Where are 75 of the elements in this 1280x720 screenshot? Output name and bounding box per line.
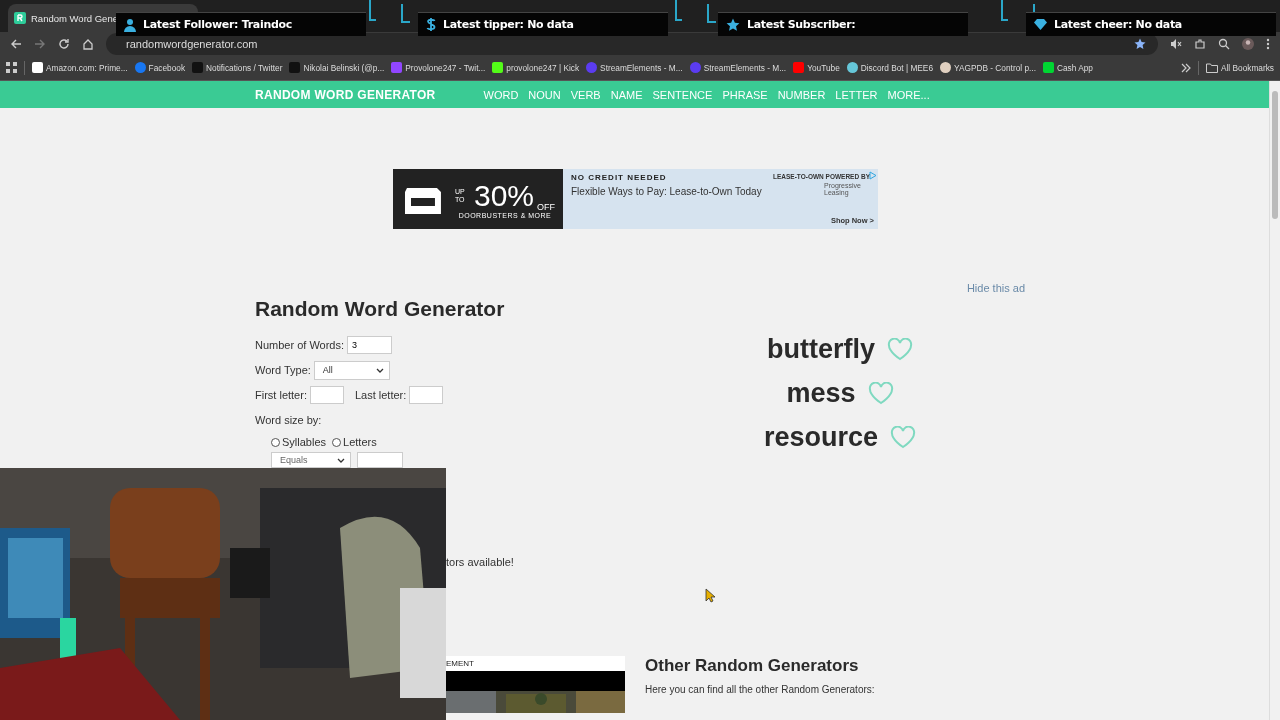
ad-text: OFF xyxy=(537,201,555,212)
field-label: Number of Words: xyxy=(255,339,345,351)
bookmark-item[interactable]: Notifications / Twitter xyxy=(192,62,283,73)
bookmark-favicon-icon xyxy=(32,62,43,73)
bookmark-favicon-icon xyxy=(940,62,951,73)
bookmark-item[interactable]: StreamElements - M... xyxy=(586,62,683,73)
section-title: Other Random Generators xyxy=(645,656,860,676)
bookmark-item[interactable]: YouTube xyxy=(793,62,840,73)
size-input[interactable] xyxy=(357,452,403,468)
all-bookmarks-button[interactable]: All Bookmarks xyxy=(1205,62,1274,73)
menu-icon[interactable] xyxy=(1266,37,1270,50)
site-favicon-icon xyxy=(14,12,26,24)
bookmark-star-icon[interactable] xyxy=(1134,37,1146,50)
bookmark-favicon-icon xyxy=(192,62,204,73)
bookmark-favicon-icon xyxy=(1042,62,1054,73)
alert-text: Latest cheer: No data xyxy=(1054,18,1182,31)
ad-label: EMENT xyxy=(446,658,475,670)
bookmark-favicon-icon xyxy=(289,62,301,73)
apps-grid-icon[interactable] xyxy=(6,62,17,73)
search-icon[interactable] xyxy=(1218,37,1230,50)
bookmark-favicon-icon xyxy=(134,62,146,73)
chevron-icon[interactable] xyxy=(1180,62,1191,73)
field-label: Word size by: xyxy=(255,414,322,426)
bookmark-item[interactable]: Facebook xyxy=(134,62,186,73)
alert-text: Latest Subscriber: xyxy=(747,18,856,31)
bookmark-item[interactable]: Nikolai Belinski (@p... xyxy=(289,62,385,73)
body-text: Here you can find all the other Random Generators: xyxy=(645,684,875,695)
word-type-select[interactable]: All xyxy=(313,360,390,380)
page-title: Random Word Generator xyxy=(255,297,506,321)
ad-title: Flexible Ways to Pay: Lease-to-Own Today xyxy=(571,186,763,197)
bookmark-item[interactable]: Discord Bot | MEE6 xyxy=(846,62,933,73)
radio-option[interactable]: Syllables xyxy=(271,436,327,448)
scrollbar[interactable] xyxy=(1269,81,1280,720)
field-label: First letter: xyxy=(255,389,307,401)
ad-discount: 30% xyxy=(473,179,534,212)
folder-icon xyxy=(1205,62,1218,73)
forward-icon[interactable] xyxy=(34,37,46,50)
bookmark-favicon-icon xyxy=(793,62,805,73)
chevron-down-icon xyxy=(375,367,384,373)
generated-word: resource xyxy=(763,422,879,453)
generated-word: mess xyxy=(786,378,856,409)
bookmark-favicon-icon xyxy=(586,62,598,73)
last-letter-input[interactable] xyxy=(409,386,444,404)
reload-icon[interactable] xyxy=(58,37,70,50)
diamond-icon xyxy=(1034,19,1047,30)
field-label: Last letter: xyxy=(354,389,407,401)
back-icon[interactable] xyxy=(10,37,22,50)
first-letter-input[interactable] xyxy=(309,386,344,404)
home-icon[interactable] xyxy=(82,37,94,50)
bookmark-favicon-icon xyxy=(846,62,858,73)
star-icon xyxy=(726,17,740,32)
compare-select[interactable]: Equals xyxy=(271,452,351,468)
bookmark-item[interactable]: Amazon.com: Prime... xyxy=(32,62,128,73)
muted-speaker-icon[interactable] xyxy=(1170,37,1182,50)
alert-text: Latest tipper: No data xyxy=(443,18,574,31)
bookmark-item[interactable]: StreamElements - M... xyxy=(689,62,787,73)
person-icon xyxy=(124,17,136,32)
radio-option[interactable]: Letters xyxy=(332,436,377,448)
bookmark-item[interactable]: YAGPDB - Control p... xyxy=(940,62,1036,73)
chevron-down-icon xyxy=(337,457,345,463)
bookmark-favicon-icon xyxy=(391,62,403,73)
overlay-bracket-drawing xyxy=(368,0,410,24)
dollar-icon xyxy=(426,17,436,32)
bookmark-favicon-icon xyxy=(689,62,701,73)
bookmark-item[interactable]: Cash App xyxy=(1042,62,1093,73)
bookmark-item[interactable]: provolone247 | Kick xyxy=(492,62,580,73)
cursor-icon xyxy=(705,588,715,603)
field-label: Word Type: xyxy=(255,364,311,376)
body-text: tors available! xyxy=(446,556,515,568)
generated-word: butterfly xyxy=(767,334,875,365)
bookmark-favicon-icon xyxy=(492,62,504,73)
profile-avatar-icon[interactable] xyxy=(1242,37,1254,50)
overlay-bracket-drawing xyxy=(674,0,716,24)
bookmark-item[interactable]: Provolone247 - Twit... xyxy=(391,62,486,73)
number-input[interactable]: 3 xyxy=(347,336,393,354)
